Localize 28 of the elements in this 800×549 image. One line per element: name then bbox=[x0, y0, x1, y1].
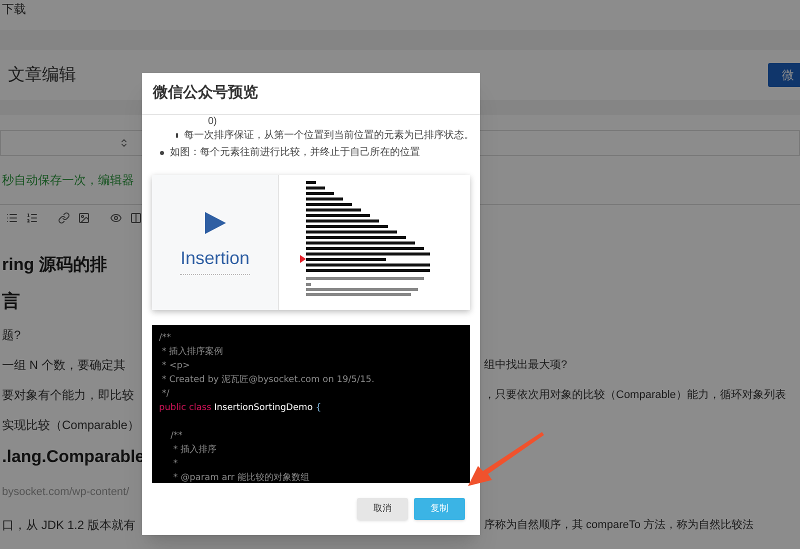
code-line: * Created by 泥瓦匠@bysocket.com on 19/5/15. bbox=[160, 374, 376, 387]
code-line: /** bbox=[169, 430, 184, 443]
article-text: 题? bbox=[2, 327, 22, 344]
code-line: * 插入排序 bbox=[172, 444, 218, 457]
list-text: 0) bbox=[208, 115, 217, 128]
article-text: 要对象有个能力，即比较 bbox=[2, 387, 135, 404]
article-heading: 言 bbox=[2, 290, 21, 312]
code-line: public class InsertionSortingDemo { bbox=[159, 402, 322, 415]
code-line: /** bbox=[159, 332, 172, 345]
article-text: 序称为自然顺序，其 compareTo 方法，称为自然比较法 bbox=[484, 518, 754, 533]
list-text: 如图：每个元素往前进行比较，并终止于自己所在的位置 bbox=[170, 146, 420, 160]
article-text: 组中找出最大项? bbox=[484, 358, 568, 373]
page-title: 文章编辑 bbox=[8, 64, 76, 86]
code-line: */ bbox=[160, 388, 170, 401]
article-text: 实现比较（Comparable） bbox=[2, 417, 140, 434]
article-heading: .lang.Comparable bbox=[2, 446, 140, 468]
article-text: 口，从 JDK 1.2 版本就有 bbox=[2, 517, 136, 534]
code-line: * bbox=[172, 458, 179, 471]
code-line: * @param arr 能比较的对象数组 bbox=[172, 472, 310, 483]
article-heading: ring 源码的排 bbox=[2, 254, 108, 276]
code-line: * 插入排序案例 bbox=[160, 345, 224, 359]
autosave-note: 秒自动保存一次，编辑器 bbox=[2, 172, 134, 189]
article-text: ，只要依次用对象的比较（Comparable）能力，循环对象列表 bbox=[484, 388, 786, 403]
list-text: 每一次排序保证，从第一个位置到当前位置的元素为已排序状态。 bbox=[184, 128, 474, 143]
dialog-title: 微信公众号预览 bbox=[153, 83, 258, 104]
figure-label: Insertion bbox=[180, 244, 250, 274]
code-line: * <p> bbox=[160, 360, 192, 373]
article-text: 一组 N 个数，要确定其 bbox=[2, 357, 126, 374]
